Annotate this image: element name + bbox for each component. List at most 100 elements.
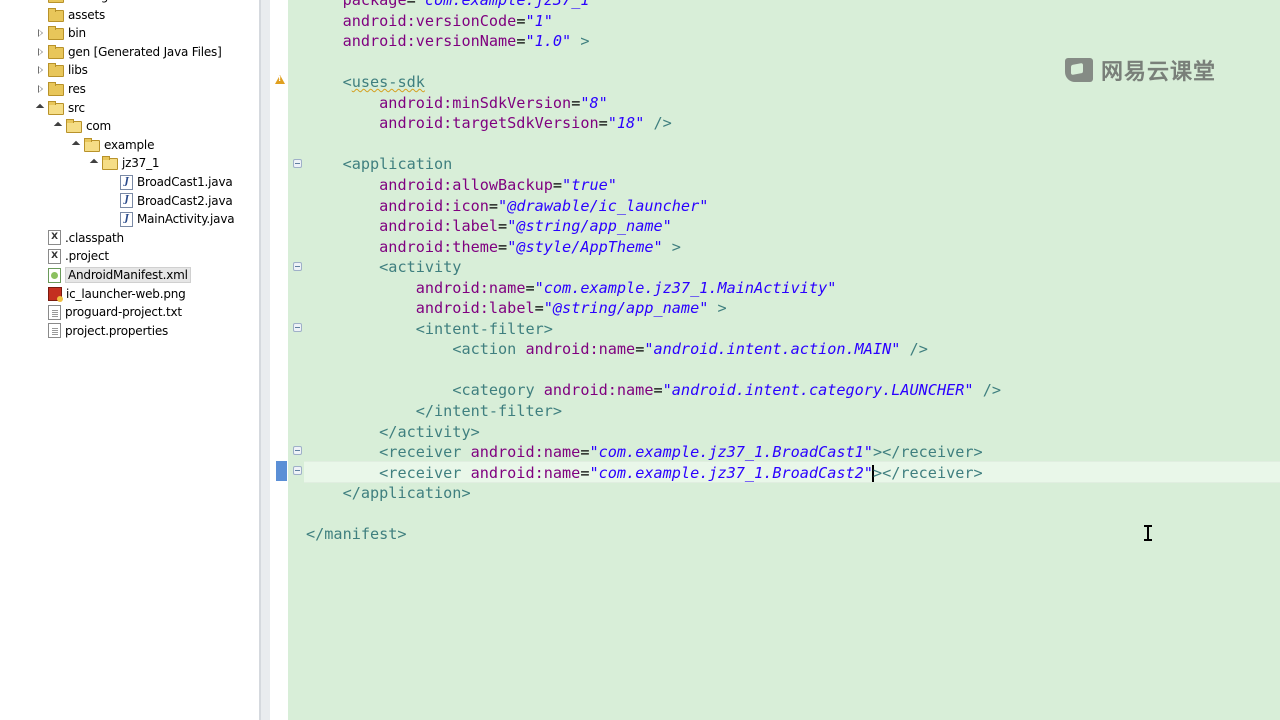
code-line[interactable]: android:versionCode="1" — [306, 11, 553, 31]
expand-arrow-icon[interactable] — [90, 158, 100, 168]
collapse-arrow-icon[interactable] — [36, 65, 46, 75]
tree-item-project[interactable]: X .project — [36, 247, 109, 265]
fold-application-icon[interactable] — [293, 159, 302, 168]
xml-value: "com.example.jz37_1.BroadCast2" — [589, 463, 873, 482]
tree-item-res[interactable]: res — [36, 80, 86, 98]
code-line[interactable]: android:targetSdkVersion="18" /> — [306, 113, 672, 133]
xml-value: "@drawable/ic_launcher" — [498, 196, 709, 215]
code-line[interactable]: android:icon="@drawable/ic_launcher" — [306, 196, 708, 216]
tree-item-proguard-project-txt[interactable]: proguard-project.txt — [36, 303, 182, 321]
fold-receiver1-icon[interactable] — [293, 446, 302, 455]
tree-item-example[interactable]: example — [72, 136, 154, 154]
folder-icon — [48, 63, 64, 78]
tree-item-label: example — [104, 137, 155, 152]
code-line[interactable]: </manifest> — [306, 524, 407, 544]
expand-arrow-icon[interactable] — [36, 103, 46, 113]
folder-icon — [48, 26, 64, 41]
tree-item-label: bin — [68, 26, 86, 41]
code-line[interactable]: </intent-filter> — [306, 401, 562, 421]
text-file-icon — [48, 323, 61, 339]
code-line[interactable]: android:label="@string/app_name" — [306, 216, 672, 236]
tree-item-broadcast1-java[interactable]: J BroadCast1.java — [108, 173, 233, 191]
xml-value: "8" — [580, 93, 608, 112]
code-line[interactable]: package="com.example.jz37_1" — [306, 0, 599, 10]
code-line[interactable]: <intent-filter> — [306, 319, 553, 339]
manifest-file-icon — [48, 267, 61, 283]
tree-item-assets[interactable]: assets — [36, 6, 105, 24]
code-line[interactable]: <action android:name="android.intent.act… — [306, 339, 928, 359]
watermark: 网易云课堂 — [1065, 55, 1216, 85]
tree-item-libs[interactable]: libs — [36, 61, 88, 79]
tree-item-ic-launcher-web-png[interactable]: ic_launcher-web.png — [36, 285, 186, 303]
tree-item-bin[interactable]: bin — [36, 24, 86, 42]
folder-icon — [48, 82, 64, 96]
xml-token: < — [342, 73, 352, 92]
current-line-marker — [276, 461, 287, 481]
xml-attribute: android:name — [470, 463, 581, 482]
tree-item-gen-generated-java-files[interactable]: gen [Generated Java Files] — [36, 43, 222, 61]
code-line[interactable]: </application> — [306, 483, 471, 503]
tree-item-label: settings — [68, 0, 114, 3]
tree-item-label: assets — [68, 7, 105, 22]
tree-item-mainactivity-java[interactable]: J MainActivity.java — [108, 210, 235, 228]
code-line[interactable]: <uses-sdk — [306, 72, 425, 92]
xml-token: = — [653, 381, 663, 400]
xml-token: </activity> — [379, 422, 480, 441]
tree-item-label: ic_launcher-web.png — [66, 286, 186, 301]
code-line[interactable]: android:versionName="1.0" > — [306, 31, 590, 51]
collapse-arrow-icon[interactable] — [36, 28, 46, 38]
code-line[interactable]: <category android:name="android.intent.c… — [306, 380, 1001, 400]
tree-item-jz37-1[interactable]: jz37_1 — [90, 154, 160, 172]
tree-item-project-properties[interactable]: project.properties — [36, 322, 168, 340]
java-file-icon: J — [120, 193, 133, 209]
tree-item-label: com — [86, 119, 112, 134]
collapse-arrow-icon[interactable] — [36, 84, 46, 94]
code-line[interactable]: <receiver android:name="com.example.jz37… — [306, 442, 983, 462]
code-line[interactable]: android:theme="@style/AppTheme" > — [306, 237, 681, 257]
tree-item-androidmanifest-xml[interactable]: AndroidManifest.xml — [36, 266, 191, 284]
collapse-arrow-icon[interactable] — [36, 47, 46, 57]
fold-intent-filter-icon[interactable] — [293, 323, 302, 332]
tree-item-broadcast2-java[interactable]: J BroadCast2.java — [108, 192, 233, 210]
tree-item-classpath[interactable]: X .classpath — [36, 229, 124, 247]
xml-value: "android.intent.action.MAIN" — [644, 340, 901, 359]
code-line[interactable]: </activity> — [306, 422, 480, 442]
xml-attribute: android:theme — [379, 237, 499, 256]
code-line[interactable]: android:label="@string/app_name" > — [306, 298, 727, 318]
xml-token: = — [571, 93, 581, 112]
code-line[interactable]: android:allowBackup="true" — [306, 175, 617, 195]
xml-value: "android.intent.category.LAUNCHER" — [662, 381, 974, 400]
xml-value: "1.0" — [525, 32, 572, 51]
expand-arrow-icon[interactable] — [54, 121, 64, 131]
fold-receiver2-icon[interactable] — [293, 466, 302, 475]
text-file-icon — [48, 304, 61, 320]
xml-token: = — [406, 0, 416, 9]
xml-token — [974, 381, 983, 399]
tree-item-src[interactable]: src — [36, 99, 85, 117]
code-line[interactable]: android:name="com.example.jz37_1.MainAct… — [306, 278, 837, 298]
xml-value: "com.example.jz37_1.BroadCast1" — [589, 443, 873, 462]
tree-item-settings[interactable]: settings — [36, 0, 114, 5]
code-line[interactable]: android:minSdkVersion="8" — [306, 93, 608, 113]
xml-token: <receiver — [379, 443, 471, 462]
code-line[interactable]: <activity — [306, 257, 461, 277]
fold-activity-icon[interactable] — [293, 262, 302, 271]
xml-attribute: package — [342, 0, 407, 9]
expand-arrow-icon[interactable] — [72, 140, 82, 150]
xml-token: = — [498, 217, 508, 236]
code-line[interactable]: <application — [306, 154, 453, 174]
editor-gutter — [270, 0, 288, 720]
xml-value: "@string/app_name" — [507, 217, 672, 236]
folder-icon — [48, 44, 64, 59]
xml-attribute: android:icon — [379, 196, 489, 215]
tree-item-com[interactable]: com — [54, 117, 111, 135]
xml-token — [708, 299, 717, 317]
xml-attribute: android:targetSdkVersion — [379, 114, 599, 133]
code-line[interactable]: <receiver android:name="com.example.jz37… — [306, 463, 983, 483]
warning-icon[interactable] — [275, 75, 285, 84]
